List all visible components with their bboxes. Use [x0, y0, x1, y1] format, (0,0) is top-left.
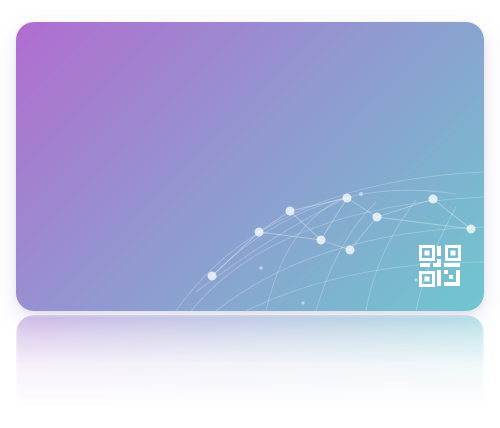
- qr-code-icon[interactable]: [418, 244, 462, 288]
- gradient-card: [16, 22, 484, 311]
- card-stage: [0, 0, 500, 428]
- globe-network-pattern: [175, 171, 484, 311]
- card-reflection: [16, 315, 484, 425]
- card-reflection-gradient: [16, 315, 484, 425]
